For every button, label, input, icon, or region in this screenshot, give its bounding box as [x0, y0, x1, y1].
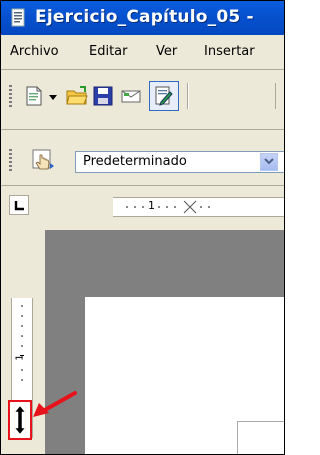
menu-archivo[interactable]: Archivo [10, 44, 59, 59]
menu-bar: Archivo Editar Ver Insertar [1, 35, 284, 70]
chevron-down-icon [264, 158, 274, 165]
divider [1, 69, 284, 70]
ruler-ticks [126, 200, 210, 214]
menu-editar[interactable]: Editar [89, 44, 128, 59]
save-icon[interactable] [91, 84, 115, 108]
edit-file-button[interactable] [149, 81, 179, 111]
writer-window: Ejercicio_Capítulo_05 - Archivo Editar V… [0, 0, 285, 455]
menu-ver[interactable]: Ver [156, 44, 177, 59]
tab-stop-left-icon [14, 201, 24, 211]
tab-stop-selector[interactable] [9, 195, 29, 215]
highlight-box [8, 400, 32, 440]
styles-hand-icon[interactable] [30, 147, 56, 173]
email-icon[interactable] [119, 84, 143, 108]
title-bar[interactable]: Ejercicio_Capítulo_05 - [1, 1, 284, 35]
open-folder-icon[interactable] [65, 84, 89, 108]
toolbar-separator [275, 83, 276, 109]
paragraph-style-value: Predeterminado [83, 154, 187, 169]
edit-file-icon [155, 86, 173, 106]
toolbar-grip[interactable] [9, 149, 12, 171]
vertical-ruler-number: 1 [14, 354, 26, 361]
writer-doc-icon [11, 8, 25, 27]
toolbar-grip[interactable] [9, 85, 12, 109]
new-document-icon[interactable] [22, 84, 46, 108]
divider [1, 129, 284, 130]
divider [1, 185, 284, 186]
dropdown-arrow-icon[interactable] [48, 93, 58, 101]
window-title: Ejercicio_Capítulo_05 - [35, 7, 254, 27]
row-resize-cursor-icon[interactable] [13, 405, 27, 435]
standard-toolbar [1, 71, 284, 121]
style-dropdown-button[interactable] [260, 153, 278, 171]
paragraph-style-select[interactable]: Predeterminado [75, 151, 284, 173]
ruler-number: 1 [148, 199, 155, 212]
horizontal-ruler[interactable]: 1 [113, 197, 284, 217]
text-area-boundary [237, 421, 284, 454]
toolbar-separator [188, 83, 189, 109]
menu-insertar[interactable]: Insertar [204, 44, 255, 59]
red-arrow-icon [33, 391, 77, 417]
